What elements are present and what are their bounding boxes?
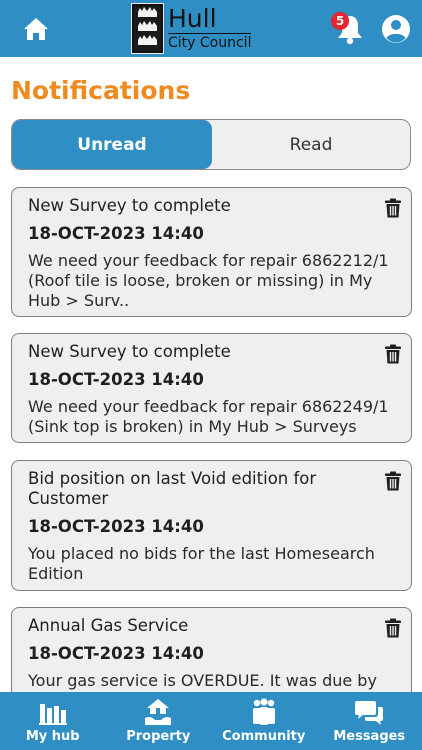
notification-title: Annual Gas Service — [28, 616, 189, 635]
notification-title: Bid position on last Void edition for Cu… — [28, 469, 317, 508]
bottom-navigation: My hub Property Community Messages — [0, 692, 422, 750]
notification-body: We need your feedback for repair 6862249… — [28, 397, 389, 436]
notification-card[interactable]: Bid position on last Void edition for Cu… — [11, 460, 412, 591]
notification-date: 18-OCT-2023 14:40 — [28, 644, 204, 663]
notification-date: 18-OCT-2023 14:40 — [28, 370, 204, 389]
nav-property[interactable]: Property — [106, 692, 212, 750]
trash-icon[interactable] — [384, 344, 402, 364]
page-title: Notifications — [11, 76, 191, 105]
trash-icon[interactable] — [384, 198, 402, 218]
profile-button[interactable] — [381, 14, 411, 44]
nav-label: My hub — [25, 729, 80, 744]
notification-card[interactable]: New Survey to complete 18-OCT-2023 14:40… — [11, 333, 412, 443]
notification-title: New Survey to complete — [28, 342, 231, 361]
nav-label: Messages — [333, 729, 406, 744]
trash-icon[interactable] — [384, 471, 402, 491]
notification-body: We need your feedback for repair 6862212… — [28, 251, 389, 310]
nav-community[interactable]: Community — [211, 692, 317, 750]
notification-count-badge: 5 — [331, 12, 349, 30]
nav-label: Community — [222, 729, 306, 744]
user-icon — [382, 15, 410, 43]
notification-date: 18-OCT-2023 14:40 — [28, 517, 204, 536]
tab-read[interactable]: Read — [212, 120, 410, 169]
community-icon — [252, 698, 275, 725]
hull-city-council-logo: Hull City Council — [131, 3, 252, 54]
notification-date: 18-OCT-2023 14:40 — [28, 224, 204, 243]
crest-icon — [131, 3, 164, 54]
read-status-toggle: Unread Read — [11, 119, 411, 170]
logo-city-council-text: City Council — [168, 33, 252, 51]
tab-unread[interactable]: Unread — [12, 120, 212, 169]
top-app-bar: Hull City Council 5 — [0, 0, 422, 57]
my-hub-icon — [38, 704, 67, 725]
logo-hull-text: Hull — [168, 4, 217, 33]
home-button[interactable] — [20, 14, 52, 44]
logo-text: Hull City Council — [168, 3, 252, 54]
notification-card[interactable]: New Survey to complete 18-OCT-2023 14:40… — [11, 187, 412, 317]
trash-icon[interactable] — [384, 618, 402, 638]
notification-body: Your gas service is OVERDUE. It was due … — [28, 671, 377, 690]
home-icon — [24, 18, 48, 40]
nav-messages[interactable]: Messages — [317, 692, 422, 750]
nav-label: Property — [126, 729, 191, 744]
notification-body: You placed no bids for the last Homesear… — [28, 544, 375, 583]
notification-title: New Survey to complete — [28, 196, 231, 215]
nav-my-hub[interactable]: My hub — [0, 692, 106, 750]
property-icon — [145, 699, 172, 725]
messages-icon — [355, 701, 384, 725]
